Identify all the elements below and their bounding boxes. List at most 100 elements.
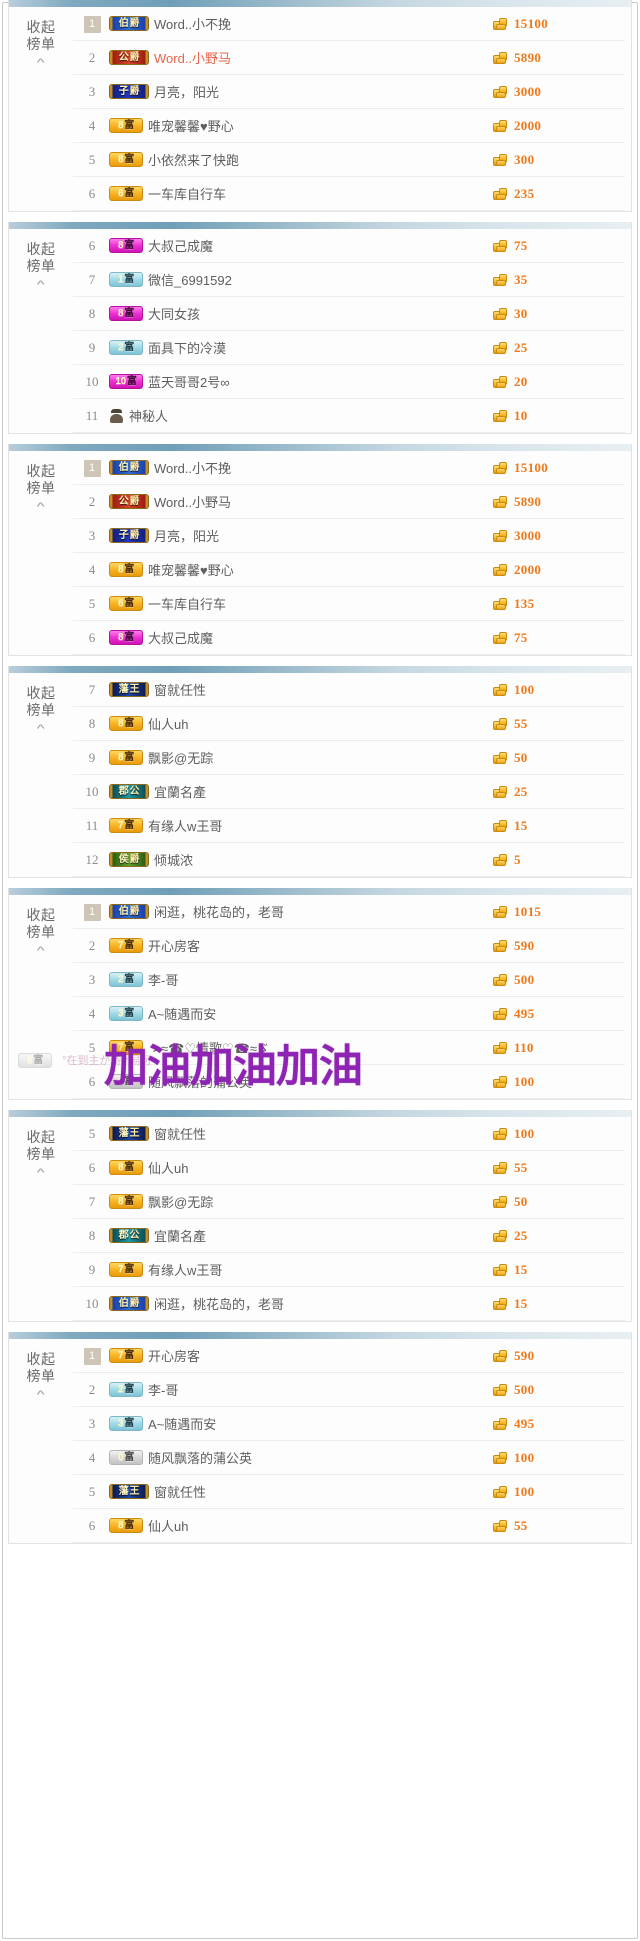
rank-row[interactable]: 2 公爵 Word..小野马 5890	[73, 485, 625, 519]
user-name[interactable]: 仙人uh	[148, 1516, 493, 1535]
user-name[interactable]: 有缘人w王哥	[148, 1260, 493, 1279]
rank-row[interactable]: 4 3 富 A~随遇而安 495	[73, 997, 625, 1031]
user-name[interactable]: 李-哥	[148, 970, 493, 989]
rank-number: 9	[88, 749, 96, 765]
gift-score: 15	[493, 818, 625, 834]
rank-row[interactable]: 3 子爵月亮，阳光 3000	[73, 75, 625, 109]
collapse-list-button[interactable]: 收起 榜单 ^	[9, 673, 73, 877]
user-name[interactable]: 随风飘落的蒲公英	[148, 1448, 493, 1467]
user-name[interactable]: 神秘人	[129, 406, 493, 425]
rank-row[interactable]: 10 伯爵闲逛，桃花岛的，老哥 15	[73, 1287, 625, 1321]
user-name[interactable]: A~随遇而安	[148, 1414, 493, 1433]
rank-row[interactable]: 4 8 富唯宠馨馨♥野心 2000	[73, 109, 625, 143]
rank-row[interactable]: 6 8 富仙人uh 55	[73, 1151, 625, 1185]
rank-row[interactable]: 9 2 富面具下的冷漠 25	[73, 331, 625, 365]
rank-row[interactable]: 6 8 富仙人uh 55	[73, 1509, 625, 1543]
rank-row[interactable]: 3 3 富 A~随遇而安 495	[73, 1407, 625, 1441]
user-name[interactable]: 开心房客	[148, 1346, 493, 1365]
rank-row[interactable]: 10 10 富蓝天哥哥2号∞ 20	[73, 365, 625, 399]
user-name[interactable]: 宜蘭名產	[154, 1226, 493, 1245]
rank-row[interactable]: 7 1 富微信_6991592 35	[73, 263, 625, 297]
user-name[interactable]: A~随遇而安	[148, 1004, 493, 1023]
collapse-list-button[interactable]: 收起 榜单 ^	[9, 1117, 73, 1321]
rank-row[interactable]: 10 郡公宜蘭名產 25	[73, 775, 625, 809]
user-name[interactable]: 飘影@无踪	[148, 748, 493, 767]
collapse-list-button[interactable]: 收起 榜单 ^	[9, 229, 73, 433]
rank-number: 4	[88, 561, 96, 577]
rank-row[interactable]: 6 8 富大叔己成魔 75	[73, 229, 625, 263]
user-name[interactable]: 窗就任性	[154, 680, 493, 699]
rank-row[interactable]: 6 6 富一车库自行车 235	[73, 177, 625, 211]
user-name[interactable]: 月亮，阳光	[154, 82, 493, 101]
rank-row[interactable]: 8 8 富大同女孩 30	[73, 297, 625, 331]
rank-row[interactable]: 4 0 富随风飘落的蒲公英 100	[73, 1441, 625, 1475]
user-name[interactable]: Word..小不挽	[154, 458, 493, 477]
user-name[interactable]: 月亮，阳光	[154, 526, 493, 545]
rank-row[interactable]: 8 郡公宜蘭名產 25	[73, 1219, 625, 1253]
user-name[interactable]: Word..小不挽	[154, 14, 493, 33]
user-name[interactable]: 蓝天哥哥2号∞	[148, 372, 493, 391]
user-name[interactable]: 唯宠馨馨♥野心	[148, 116, 493, 135]
user-name[interactable]: 大同女孩	[148, 304, 493, 323]
rank-number: 6	[88, 629, 96, 645]
user-name[interactable]: 开心房客	[148, 936, 493, 955]
user-name[interactable]: 倾城浓	[154, 850, 493, 869]
rank-row[interactable]: 11 7 富有缘人w王哥 15	[73, 809, 625, 843]
user-name[interactable]: 窗就任性	[154, 1124, 493, 1143]
rank-row[interactable]: 5 6 富一车库自行车 135	[73, 587, 625, 621]
user-name[interactable]: 闲逛，桃花岛的，老哥	[154, 1294, 493, 1313]
rank-row[interactable]: 7 藩王窗就任性 100	[73, 673, 625, 707]
rank-row[interactable]: 1 伯爵 Word..小不挽 15100	[73, 451, 625, 485]
user-name[interactable]: 一车库自行车	[148, 184, 493, 203]
score-value: 75	[514, 237, 528, 253]
rank-row[interactable]: 3 2 富李-哥 500	[73, 963, 625, 997]
user-name[interactable]: 李-哥	[148, 1380, 493, 1399]
user-name[interactable]: 一车库自行车	[148, 594, 493, 613]
user-name[interactable]: 宜蘭名產	[154, 782, 493, 801]
user-name[interactable]: 大叔己成魔	[148, 628, 493, 647]
user-name[interactable]: Word..小野马	[154, 492, 493, 511]
user-name[interactable]: 窗就任性	[154, 1482, 493, 1501]
collapse-list-button[interactable]: 收起 榜单 ^	[9, 1339, 73, 1543]
rank-row[interactable]: 5 藩王窗就任性 100	[73, 1117, 625, 1151]
score-value: 25	[514, 1227, 528, 1243]
user-name[interactable]: 闲逛，桃花岛的，老哥	[154, 902, 493, 921]
rank-row[interactable]: 9 7 富有缘人w王哥 15	[73, 1253, 625, 1287]
score-value: 590	[514, 937, 535, 953]
collapse-list-button[interactable]: 收起 榜单 ^	[9, 7, 73, 211]
rank-row[interactable]: 9 8 富飘影@无踪 50	[73, 741, 625, 775]
collapse-list-button[interactable]: 收起 榜单 ^	[9, 895, 73, 1099]
user-name[interactable]: 面具下的冷漠	[148, 338, 493, 357]
rank-row[interactable]: 6 8 富大叔己成魔 75	[73, 621, 625, 655]
user-name[interactable]: 大叔己成魔	[148, 236, 493, 255]
user-name[interactable]: Word..小野马	[154, 48, 493, 67]
rank-row[interactable]: 12 侯爵倾城浓 5	[73, 843, 625, 877]
gift-score: 50	[493, 750, 625, 766]
user-name[interactable]: 有缘人w王哥	[148, 816, 493, 835]
rank-row[interactable]: 5 8 富小依然来了快跑 300	[73, 143, 625, 177]
collapse-list-button[interactable]: 收起 榜单 ^	[9, 451, 73, 655]
user-name[interactable]: 微信_6991592	[148, 270, 493, 289]
rank-row[interactable]: 4 8 富唯宠馨馨♥野心 2000	[73, 553, 625, 587]
rank-row[interactable]: 1 伯爵 Word..小不挽 15100	[73, 7, 625, 41]
rank-row[interactable]: 2 7 富开心房客 590	[73, 929, 625, 963]
rank-row[interactable]: 2 公爵 Word..小野马 5890	[73, 41, 625, 75]
user-name[interactable]: 小依然来了快跑	[148, 150, 493, 169]
badge-level-suffix: 爵	[129, 496, 140, 507]
rank-row[interactable]: 11 神秘人 10	[73, 399, 625, 433]
rank-row[interactable]: 8 8 富仙人uh 55	[73, 707, 625, 741]
user-name[interactable]: 仙人uh	[148, 1158, 493, 1177]
rank-row[interactable]: 2 2 富李-哥 500	[73, 1373, 625, 1407]
rank-row[interactable]: 7 8 富飘影@无踪 50	[73, 1185, 625, 1219]
user-name[interactable]: 飘影@无踪	[148, 1192, 493, 1211]
user-level-badge: 伯爵	[109, 904, 149, 919]
rank-row[interactable]: 1 伯爵闲逛，桃花岛的，老哥 1015	[73, 895, 625, 929]
rank-row[interactable]: 1 7 富开心房客 590	[73, 1339, 625, 1373]
badge-level-suffix: 富	[124, 1452, 134, 1463]
user-name[interactable]: 唯宠馨馨♥野心	[148, 560, 493, 579]
coin-stack-icon	[493, 751, 509, 765]
rank-row[interactable]: 3 子爵月亮，阳光 3000	[73, 519, 625, 553]
rank-row[interactable]: 5 藩王窗就任性 100	[73, 1475, 625, 1509]
user-name[interactable]: 仙人uh	[148, 714, 493, 733]
coin-stack-icon	[493, 119, 509, 133]
